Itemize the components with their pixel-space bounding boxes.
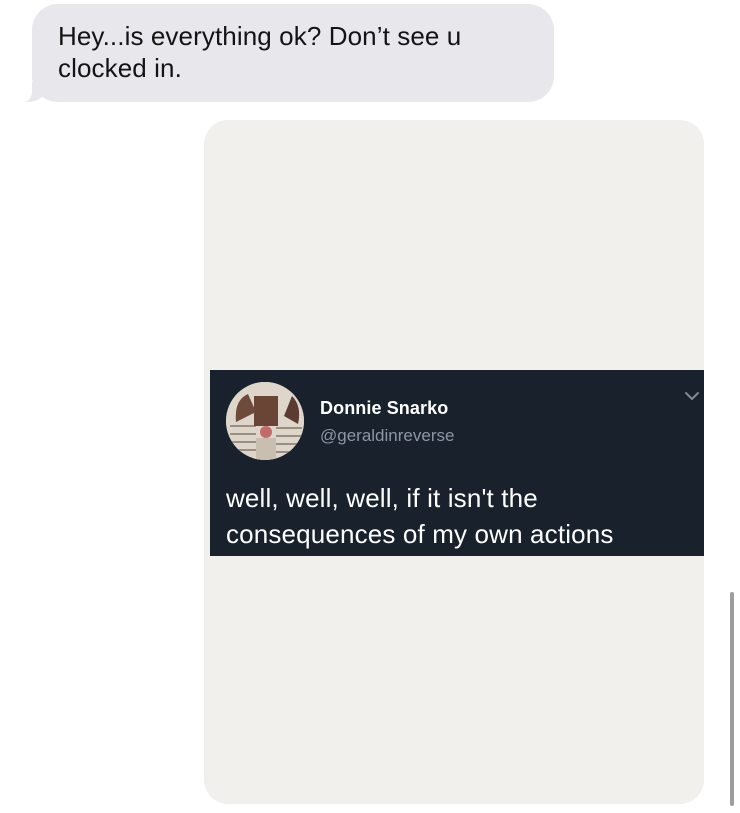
tweet-card: Donnie Snarko @geraldinreverse well, wel… [210, 370, 704, 556]
chevron-down-icon[interactable] [684, 390, 700, 402]
scroll-indicator[interactable] [730, 592, 734, 806]
avatar-image [226, 382, 304, 460]
tweet-handle: @geraldinreverse [320, 426, 455, 445]
tweet-text: well, well, well, if it isn't the conseq… [226, 483, 614, 549]
avatar [226, 382, 304, 460]
incoming-message-text: Hey...is everything ok? Don’t see u cloc… [58, 21, 462, 83]
tweet-display-name: Donnie Snarko [320, 398, 449, 418]
incoming-message-bubble[interactable]: Hey...is everything ok? Don’t see u cloc… [12, 4, 554, 104]
